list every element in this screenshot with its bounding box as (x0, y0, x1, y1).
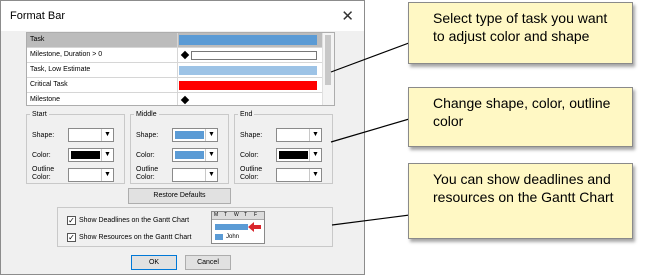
callout-task-type: Select type of task you want to adjust c… (408, 2, 633, 64)
callout-deadlines-resources: You can show deadlines and resources on … (408, 163, 633, 239)
callout-shape-color: Change shape, color, outline color (408, 87, 633, 147)
